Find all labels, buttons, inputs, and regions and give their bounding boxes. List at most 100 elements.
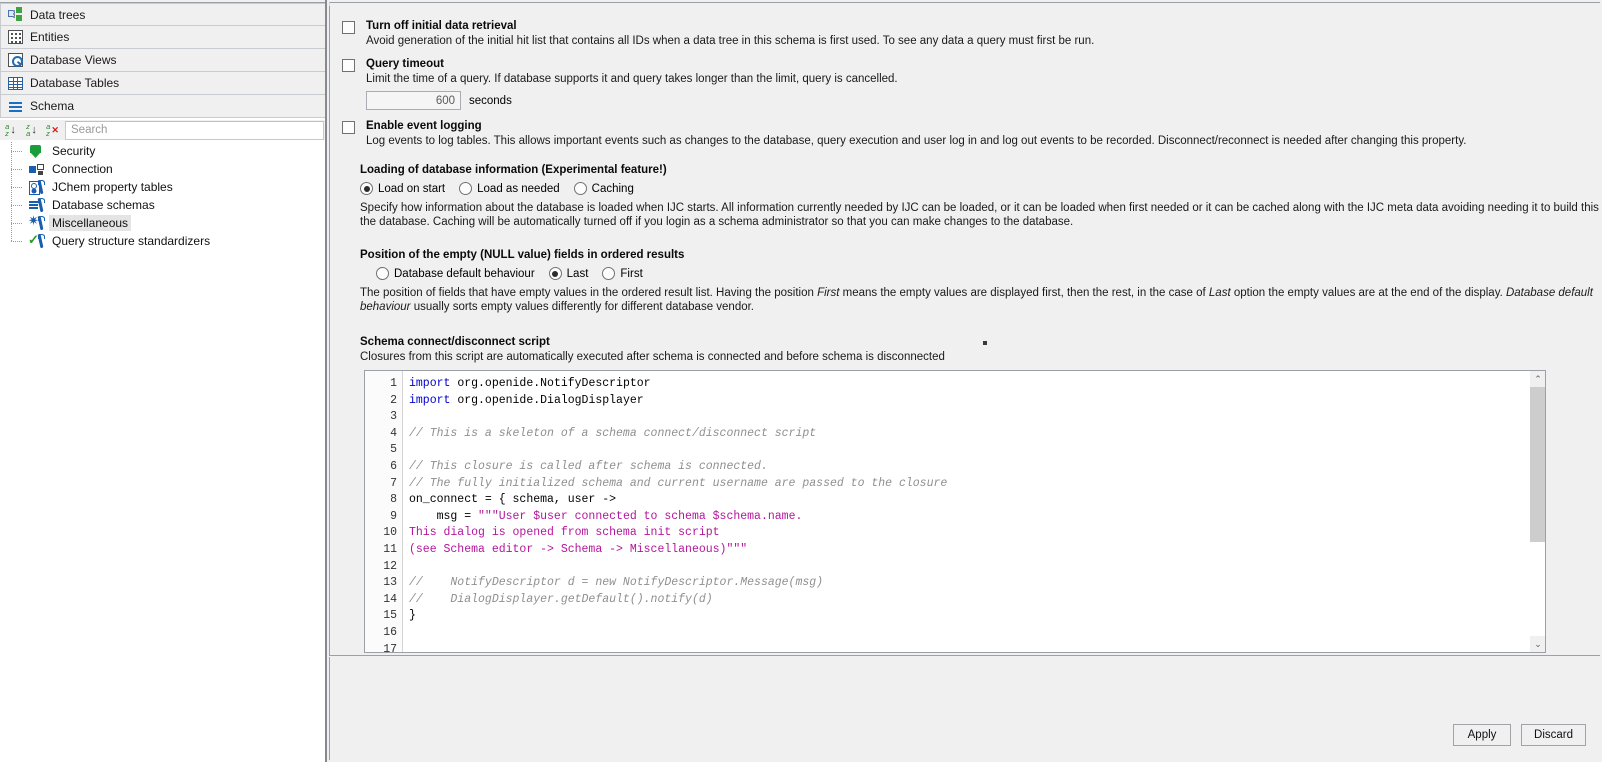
editor-code-line: (see Schema editor -> Schema -> Miscella… xyxy=(409,542,1529,559)
code-token: // This is a skeleton of a schema connec… xyxy=(409,427,816,440)
scroll-up-icon[interactable]: ⌃ xyxy=(1530,371,1546,387)
editor-line-number: 15 xyxy=(365,608,397,625)
tree-item-security[interactable]: Security xyxy=(0,142,327,160)
tree-label-security: Security xyxy=(49,143,98,159)
tree-item-miscellaneous[interactable]: Miscellaneous xyxy=(0,214,327,232)
code-token: // NotifyDescriptor d = new NotifyDescri… xyxy=(409,576,823,589)
editor-code-line: msg = """User $user connected to schema … xyxy=(409,509,1529,526)
editor-vertical-scrollbar[interactable]: ⌃ ⌄ xyxy=(1529,371,1545,652)
data-trees-icon xyxy=(8,7,23,22)
editor-line-number: 12 xyxy=(365,559,397,576)
code-token: org.openide.DialogDisplayer xyxy=(450,394,643,407)
code-token: // This closure is called after schema i… xyxy=(409,460,768,473)
radio-database-default-behaviour-indicator[interactable] xyxy=(376,267,389,280)
accordion-label-schema: Schema xyxy=(30,99,74,113)
editor-line-number: 6 xyxy=(365,459,397,476)
accordion-item-entities[interactable]: Entities xyxy=(0,26,327,49)
null-position-description-line-1: The position of fields that have empty v… xyxy=(360,286,1580,300)
accordion-item-database-views[interactable]: Database Views xyxy=(0,49,327,72)
tree-elbow xyxy=(7,196,28,214)
query-timeout-seconds-input[interactable] xyxy=(366,91,461,110)
code-token: msg = xyxy=(409,510,478,523)
scroll-down-icon[interactable]: ⌄ xyxy=(1530,636,1546,652)
tree-item-jchem-property-tables[interactable]: JChem property tables xyxy=(0,178,327,196)
sort-descending-icon[interactable]: z a ↓ xyxy=(21,121,42,140)
editor-line-number: 7 xyxy=(365,476,397,493)
tree-item-connection[interactable]: Connection xyxy=(0,160,327,178)
radio-caching[interactable]: Caching xyxy=(574,182,634,195)
database-views-icon xyxy=(8,53,23,67)
editor-code-line xyxy=(409,642,1529,653)
editor-line-number: 11 xyxy=(365,542,397,559)
tree-label-query-structure-standardizers: Query structure standardizers xyxy=(49,233,213,249)
clear-sort-bottom-letter: z xyxy=(46,130,50,137)
editor-line-number: 2 xyxy=(365,393,397,410)
editor-line-number: 9 xyxy=(365,509,397,526)
tree-label-jchem-property-tables: JChem property tables xyxy=(49,179,176,195)
radio-null-last[interactable]: Last xyxy=(549,267,589,280)
editor-line-number: 17 xyxy=(365,642,397,654)
footer-button-row: Apply Discard xyxy=(1453,724,1586,746)
editor-code-line: // This is a skeleton of a schema connec… xyxy=(409,426,1529,443)
option-event-logging: Enable event logging Log events to log t… xyxy=(342,120,1592,148)
radio-caching-indicator[interactable] xyxy=(574,182,587,195)
query-timeout-checkbox[interactable] xyxy=(342,59,355,72)
editor-line-numbers: 1234567891011121314151617 xyxy=(365,371,403,652)
editor-code-line: import org.openide.NotifyDescriptor xyxy=(409,376,1529,393)
accordion-item-data-trees[interactable]: Data trees xyxy=(0,3,327,26)
null-desc-italic-dbdefault: Database default xyxy=(1506,287,1593,299)
enable-event-logging-checkbox[interactable] xyxy=(342,121,355,134)
radio-load-as-needed[interactable]: Load as needed xyxy=(459,182,560,195)
clear-sort-icon[interactable]: a z ✕ xyxy=(42,121,63,140)
scrollbar-thumb[interactable] xyxy=(1530,387,1546,542)
loading-description-line-2: the database. Caching will be automatica… xyxy=(360,215,1580,229)
enable-event-logging-title: Enable event logging xyxy=(366,120,1466,132)
editor-code-line xyxy=(409,442,1529,459)
editor-line-number: 3 xyxy=(365,409,397,426)
radio-null-first[interactable]: First xyxy=(602,267,642,280)
tree-elbow xyxy=(7,214,28,232)
ui-artifact-dot xyxy=(983,341,987,345)
tree-item-database-schemas[interactable]: Database schemas xyxy=(0,196,327,214)
search-input[interactable] xyxy=(65,121,324,140)
entities-icon xyxy=(8,30,23,44)
radio-load-on-start[interactable]: Load on start xyxy=(360,182,445,195)
turn-off-initial-data-retrieval-description: Avoid generation of the initial hit list… xyxy=(366,34,1094,48)
accordion-item-schema[interactable]: Schema xyxy=(0,95,327,118)
tree-elbow xyxy=(7,178,28,196)
query-standardizers-icon xyxy=(28,233,44,249)
editor-code-area[interactable]: import org.openide.NotifyDescriptorimpor… xyxy=(403,371,1529,652)
radio-load-on-start-indicator[interactable] xyxy=(360,182,373,195)
editor-code-line: // This closure is called after schema i… xyxy=(409,459,1529,476)
radio-database-default-behaviour[interactable]: Database default behaviour xyxy=(376,267,535,280)
null-position-title: Position of the empty (NULL value) field… xyxy=(360,249,1580,261)
schema-script-editor[interactable]: 1234567891011121314151617 import org.ope… xyxy=(364,370,1546,653)
sort-asc-bottom-letter: z xyxy=(5,130,9,137)
sort-ascending-icon[interactable]: a z ↓ xyxy=(0,121,21,140)
radio-null-last-indicator[interactable] xyxy=(549,267,562,280)
radio-null-first-indicator[interactable] xyxy=(602,267,615,280)
radio-load-as-needed-label: Load as needed xyxy=(477,183,560,195)
apply-button[interactable]: Apply xyxy=(1453,724,1511,746)
null-desc-part-b: means the empty values are displayed fir… xyxy=(839,287,1208,299)
tree-label-miscellaneous: Miscellaneous xyxy=(49,215,131,231)
editor-code-line xyxy=(409,559,1529,576)
code-token: import xyxy=(409,377,450,390)
loading-description-line-1: Specify how information about the databa… xyxy=(360,201,1580,215)
tree-toolbar: a z ↓ z a ↓ a z ✕ xyxy=(0,120,327,140)
editor-line-number: 8 xyxy=(365,492,397,509)
accordion-item-database-tables[interactable]: Database Tables xyxy=(0,72,327,95)
option-query-timeout: Query timeout Limit the time of a query.… xyxy=(342,58,1582,110)
editor-line-number: 10 xyxy=(365,525,397,542)
option-initial-data-retrieval: Turn off initial data retrieval Avoid ge… xyxy=(342,20,1582,48)
editor-line-number: 14 xyxy=(365,592,397,609)
code-token: } xyxy=(409,609,416,622)
tree-label-connection: Connection xyxy=(49,161,116,177)
clear-sort-x-mark: ✕ xyxy=(51,126,59,135)
tree-item-query-structure-standardizers[interactable]: Query structure standardizers xyxy=(0,232,327,250)
shield-icon xyxy=(28,143,44,159)
discard-button[interactable]: Discard xyxy=(1521,724,1586,746)
radio-load-as-needed-indicator[interactable] xyxy=(459,182,472,195)
turn-off-initial-data-retrieval-checkbox[interactable] xyxy=(342,21,355,34)
miscellaneous-settings-pane: Turn off initial data retrieval Avoid ge… xyxy=(329,6,1600,656)
